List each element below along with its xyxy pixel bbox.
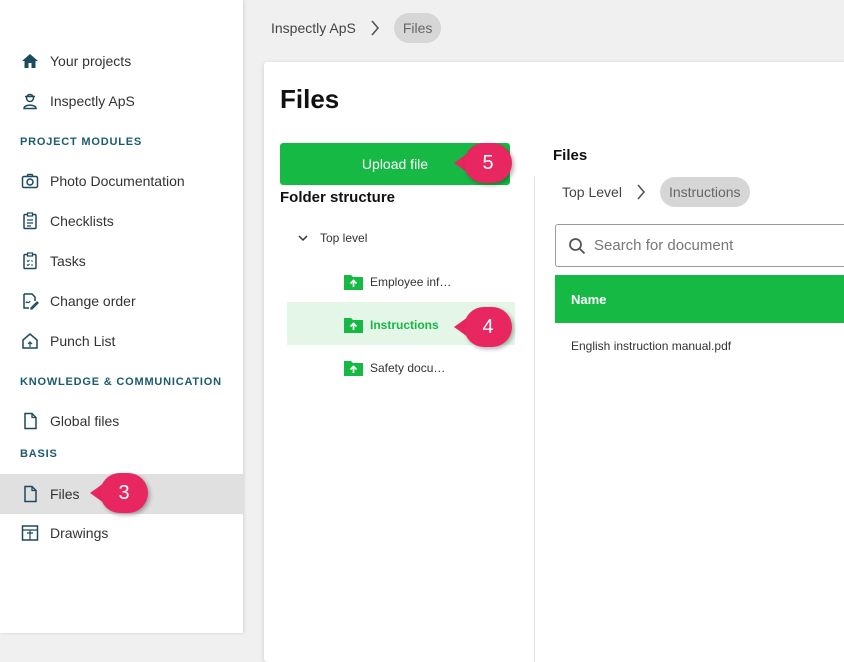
table-header: Name — [555, 275, 844, 323]
sidebar-item-punch-list[interactable]: Punch List — [0, 321, 243, 361]
tree-root[interactable]: Top level — [298, 231, 367, 245]
sidebar-item-change-order[interactable]: Change order — [0, 281, 243, 321]
sidebar-item-label: Inspectly ApS — [50, 93, 135, 109]
annotation-badge-4: 4 — [454, 306, 512, 348]
annotation-number: 5 — [464, 143, 512, 183]
file-icon — [20, 411, 40, 431]
sidebar-item-label: Photo Documentation — [50, 173, 185, 189]
tree-folder-safety[interactable]: Safety docu… — [343, 358, 445, 377]
sidebar-item-inspectly[interactable]: Inspectly ApS — [0, 81, 243, 121]
search-box — [555, 224, 844, 267]
sidebar-item-global-files[interactable]: Global files — [0, 401, 243, 441]
chevron-right-icon — [636, 184, 646, 200]
files-panel-heading: Files — [553, 147, 588, 164]
search-input[interactable] — [594, 237, 834, 254]
breadcrumb-item-files[interactable]: Files — [393, 13, 442, 43]
sidebar-item-photo-documentation[interactable]: Photo Documentation — [0, 161, 243, 201]
tree-folder-label: Employee inf… — [370, 274, 452, 289]
change-order-icon — [20, 291, 40, 311]
breadcrumb-item-top-level[interactable]: Top Level — [562, 184, 622, 200]
sidebar-item-tasks[interactable]: Tasks — [0, 241, 243, 281]
panel-divider — [534, 177, 535, 662]
camera-icon — [20, 171, 40, 191]
table-row[interactable]: English instruction manual.pdf — [555, 323, 844, 369]
section-heading-basis: BASIS — [20, 448, 58, 460]
tree-folder-label: Safety docu… — [370, 360, 446, 375]
annotation-number: 4 — [464, 307, 512, 347]
folder-upload-icon — [343, 272, 364, 291]
chevron-down-icon[interactable] — [298, 234, 308, 242]
section-heading-knowledge: KNOWLEDGE & COMMUNICATION — [20, 376, 222, 388]
column-header-name[interactable]: Name — [571, 292, 606, 307]
worker-icon — [20, 91, 40, 111]
checklist-icon — [20, 211, 40, 231]
folder-structure-heading: Folder structure — [280, 189, 396, 206]
sidebar-item-drawings[interactable]: Drawings — [0, 513, 243, 553]
sidebar-item-label: Checklists — [50, 213, 114, 229]
home-icon — [20, 51, 40, 71]
search-icon — [568, 237, 586, 255]
section-heading-project-modules: PROJECT MODULES — [20, 136, 143, 148]
sidebar-item-your-projects[interactable]: Your projects — [0, 41, 243, 81]
breadcrumb: Inspectly ApS Files — [243, 0, 844, 56]
annotation-badge-3: 3 — [90, 472, 148, 514]
tree-folder-instructions[interactable]: Instructions — [343, 315, 439, 334]
tree-folder-label: Instructions — [370, 317, 439, 332]
annotation-badge-5: 5 — [454, 142, 512, 184]
sidebar-item-checklists[interactable]: Checklists — [0, 201, 243, 241]
folder-upload-icon — [343, 358, 364, 377]
files-breadcrumb: Top Level Instructions — [562, 177, 750, 207]
sidebar-item-label: Files — [50, 486, 80, 502]
sidebar-item-label: Punch List — [50, 333, 116, 349]
sidebar: Your projects Inspectly ApS PROJECT MODU… — [0, 0, 243, 633]
drawing-icon — [20, 523, 40, 543]
annotation-number: 3 — [100, 473, 148, 513]
breadcrumb-item-instructions[interactable]: Instructions — [659, 177, 750, 207]
main-card: Files Upload file Folder structure Top l… — [264, 62, 844, 662]
tree-root-label: Top level — [320, 231, 368, 245]
file-name: English instruction manual.pdf — [571, 339, 732, 353]
sidebar-item-label: Change order — [50, 293, 136, 309]
tree-folder-employee[interactable]: Employee inf… — [343, 272, 451, 291]
sidebar-item-label: Global files — [50, 413, 120, 429]
punch-list-icon — [20, 331, 40, 351]
breadcrumb-item-inspectly[interactable]: Inspectly ApS — [271, 20, 356, 36]
tasks-icon — [20, 251, 40, 271]
page-title: Files — [280, 84, 340, 114]
sidebar-item-label: Drawings — [50, 525, 109, 541]
folder-upload-icon — [343, 315, 364, 334]
sidebar-item-label: Tasks — [50, 253, 86, 269]
file-icon — [20, 484, 40, 504]
chevron-right-icon — [370, 20, 380, 36]
sidebar-item-label: Your projects — [50, 53, 132, 69]
